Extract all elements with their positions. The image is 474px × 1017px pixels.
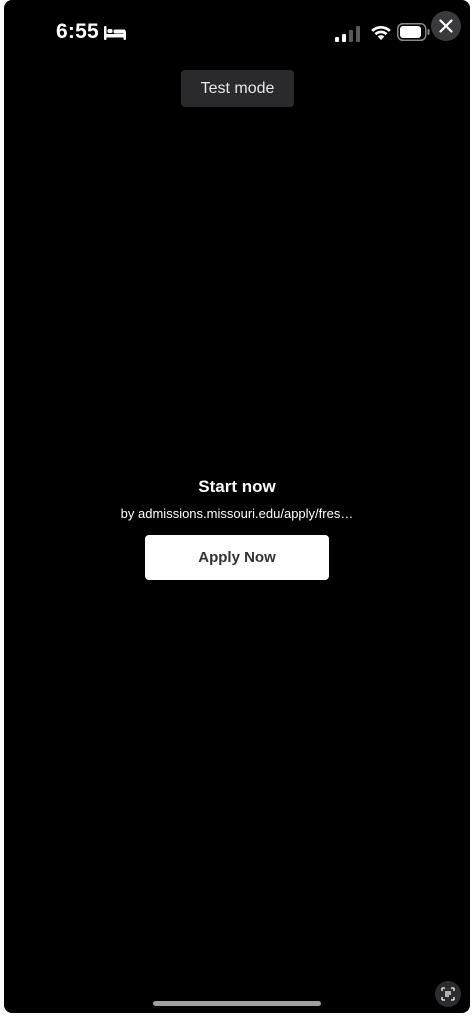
close-icon bbox=[439, 19, 453, 33]
bed-icon bbox=[104, 26, 126, 40]
home-indicator[interactable] bbox=[153, 1001, 321, 1006]
status-time: 6:55 bbox=[56, 20, 99, 43]
battery-icon bbox=[397, 23, 430, 41]
text-scan-icon bbox=[441, 987, 455, 1001]
app-screen: 6:55 Test mode Start now by admissions.m… bbox=[4, 0, 470, 1013]
text-scan-button[interactable] bbox=[435, 981, 461, 1007]
cellular-signal-icon bbox=[335, 26, 360, 42]
close-button[interactable] bbox=[431, 11, 461, 41]
content-block: Start now by admissions.missouri.edu/app… bbox=[4, 476, 470, 522]
apply-now-button[interactable]: Apply Now bbox=[145, 535, 329, 580]
wifi-icon bbox=[371, 25, 391, 40]
source-url: by admissions.missouri.edu/apply/fres… bbox=[120, 506, 354, 521]
title: Start now bbox=[198, 477, 276, 496]
test-mode-badge: Test mode bbox=[181, 70, 294, 107]
